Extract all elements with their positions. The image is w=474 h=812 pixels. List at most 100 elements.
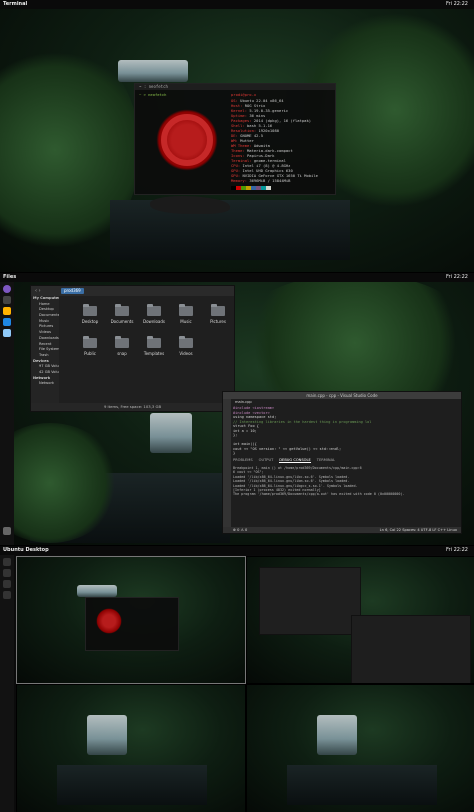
folder-icon [115, 336, 129, 348]
top-bar: Files Fri 22:22 [0, 273, 474, 282]
workspace-2[interactable] [246, 556, 474, 684]
info-value: 3696MiB / 15844MiB [249, 178, 291, 183]
waterfall-image [150, 413, 192, 453]
user-host: prodi@pro-x [231, 92, 257, 97]
folder-icon [83, 304, 97, 316]
vscode-titlebar[interactable]: main.cpp - cpp - Visual Studio Code [223, 392, 461, 399]
app-launcher-icon[interactable] [3, 285, 11, 293]
folder-icon [147, 304, 161, 316]
debug-output: Breakpoint 1, main () at /home/prod369/D… [233, 466, 459, 497]
info-key: Memory: [231, 178, 248, 183]
vscode-statusbar: ⊗ 0 ⚠ 0 Ln 6, Col 22 Spaces: 4 UTF-8 LF … [223, 527, 461, 533]
distro-logo-ring-icon [161, 114, 213, 166]
folder-item[interactable]: Desktop [77, 304, 103, 324]
dock [0, 555, 14, 812]
pool-image [57, 765, 207, 805]
panel-tab[interactable]: OUTPUT [259, 458, 274, 462]
desktop-panel-files: Files Fri 22:22 ‹ › prod369 My Computer H… [0, 273, 474, 545]
file-manager-status: 9 items, Free space: 103,3 GB [31, 403, 234, 411]
code-editor[interactable]: #include <iostream> #include <vector> usin… [233, 406, 453, 456]
active-app-label[interactable]: Terminal [3, 0, 27, 9]
app-launcher-icon[interactable] [3, 558, 11, 566]
code-line: } [233, 451, 236, 455]
clock[interactable]: Fri 22:22 [446, 0, 468, 9]
folder-icon [179, 304, 193, 316]
panel-tab[interactable]: TERMINAL [317, 458, 335, 462]
waterfall-image [317, 715, 357, 755]
vscode-window[interactable]: main.cpp - cpp - Visual Studio Code main… [222, 391, 462, 534]
files-app-icon[interactable] [3, 580, 11, 588]
folder-label: Videos [179, 351, 193, 356]
output-line: The program '/home/prod369/Documents/cpp… [233, 492, 405, 497]
folder-icon [115, 304, 129, 316]
folder-icon [147, 336, 161, 348]
folder-icon [211, 304, 225, 316]
clock[interactable]: Fri 22:22 [446, 273, 468, 282]
pool-image [110, 200, 350, 260]
folder-item[interactable]: Music [173, 304, 199, 324]
dock [0, 282, 14, 545]
active-app-label[interactable]: Ubuntu Desktop [3, 546, 49, 555]
color-swatch [266, 186, 271, 190]
file-manager-sidebar: My Computer Home Desktop Documents Music Pict… [31, 296, 59, 403]
folder-item[interactable]: Documents [109, 304, 135, 324]
path-crumb[interactable]: prod369 [61, 288, 84, 294]
desktop-panel-workspaces: Ubuntu Desktop Fri 22:22 [0, 546, 474, 812]
folder-item[interactable]: Downloads [141, 304, 167, 324]
folder-label: Pictures [210, 319, 226, 324]
panel-tab[interactable]: PROBLEMS [233, 458, 253, 462]
folder-label: snap [117, 351, 127, 356]
folder-item[interactable]: Public [77, 336, 103, 356]
waterfall-image [87, 715, 127, 755]
system-info-line: Memory: 3696MiB / 15844MiB [231, 178, 290, 183]
folder-label: Downloads [143, 319, 165, 324]
terminal-window-thumb[interactable] [85, 597, 179, 651]
terminal-window[interactable]: ~ : neofetch ~ > neofetch prodi@pro-x OS… [134, 83, 336, 195]
file-manager-window-thumb[interactable] [259, 567, 361, 635]
vscode-app-icon[interactable] [3, 318, 11, 326]
folder-label: Public [84, 351, 96, 356]
workspace-app-icon[interactable] [3, 329, 11, 337]
top-bar: Ubuntu Desktop Fri 22:22 [0, 546, 474, 555]
terminal-prompt: ~ > neofetch [139, 92, 167, 97]
folder-label: Desktop [81, 319, 99, 324]
vscode-activity-bar [223, 399, 231, 527]
waterfall-image [77, 585, 117, 597]
folder-icon [179, 336, 193, 348]
folder-item[interactable]: snap [109, 336, 135, 356]
workspace-1[interactable] [16, 556, 246, 684]
folder-label: Documents [110, 319, 134, 324]
waterfall-image [118, 60, 188, 82]
rock-image [150, 196, 230, 214]
file-manager-toolbar: ‹ › prod369 [31, 286, 234, 296]
back-arrow-icon[interactable]: ‹ › [35, 288, 41, 294]
desktop-panel-terminal: Terminal Fri 22:22 ~ : neofetch ~ > neof… [0, 0, 474, 272]
active-app-label[interactable]: Files [3, 273, 16, 282]
sidebar-section-header: My Computer [33, 296, 59, 300]
sidebar-item[interactable]: Network [31, 381, 59, 387]
terminal-app-icon[interactable] [3, 296, 11, 304]
panel-tabs: PROBLEMS OUTPUT DEBUG CONSOLE TERMINAL [233, 458, 341, 463]
panel-tab[interactable]: DEBUG CONSOLE [279, 458, 311, 463]
editor-tab[interactable]: main.cpp [232, 400, 255, 404]
folder-item[interactable]: Videos [173, 336, 199, 356]
editor-status[interactable]: Ln 6, Col 22 Spaces: 4 UTF-8 LF C++ Linu… [380, 527, 457, 533]
workspace-3[interactable] [16, 684, 246, 812]
pool-image [287, 765, 437, 805]
top-bar: Terminal Fri 22:22 [0, 0, 474, 9]
folder-label: Templates [143, 351, 165, 356]
clock[interactable]: Fri 22:22 [446, 546, 468, 555]
workspace-4[interactable] [246, 684, 474, 812]
vscode-window-thumb[interactable] [351, 615, 471, 683]
distro-logo-icon [94, 606, 124, 636]
file-manager-window[interactable]: ‹ › prod369 My Computer Home Desktop Docume… [30, 285, 235, 412]
files-app-icon[interactable] [3, 307, 11, 315]
terminal-app-icon[interactable] [3, 569, 11, 577]
trash-icon[interactable] [3, 527, 11, 535]
folder-icon [83, 336, 97, 348]
folder-item[interactable]: Templates [141, 336, 167, 356]
vscode-app-icon[interactable] [3, 591, 11, 599]
folder-item[interactable]: Pictures [205, 304, 231, 324]
problems-count[interactable]: ⊗ 0 ⚠ 0 [233, 527, 247, 533]
folder-label: Music [180, 319, 192, 324]
